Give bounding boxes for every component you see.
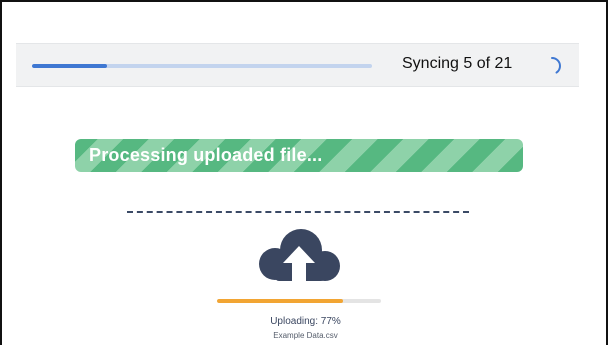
sync-progress-fill (32, 64, 107, 68)
upload-progress-track (217, 299, 381, 303)
sync-progress-track (32, 64, 372, 68)
dashed-divider (127, 211, 469, 213)
cloud-upload-icon (259, 229, 340, 281)
loading-spinner-icon (551, 57, 562, 74)
upload-status-text: Uploading: 77% (270, 316, 341, 327)
upload-progress-fill (217, 299, 344, 303)
processing-label: Processing uploaded file... (89, 145, 323, 165)
sync-status-bar: Syncing 5 of 21 (16, 43, 579, 87)
sync-status-text: Syncing 5 of 21 (402, 55, 513, 72)
upload-filename: Example Data.csv (273, 331, 338, 340)
processing-banner: Processing uploaded file... (75, 139, 523, 172)
